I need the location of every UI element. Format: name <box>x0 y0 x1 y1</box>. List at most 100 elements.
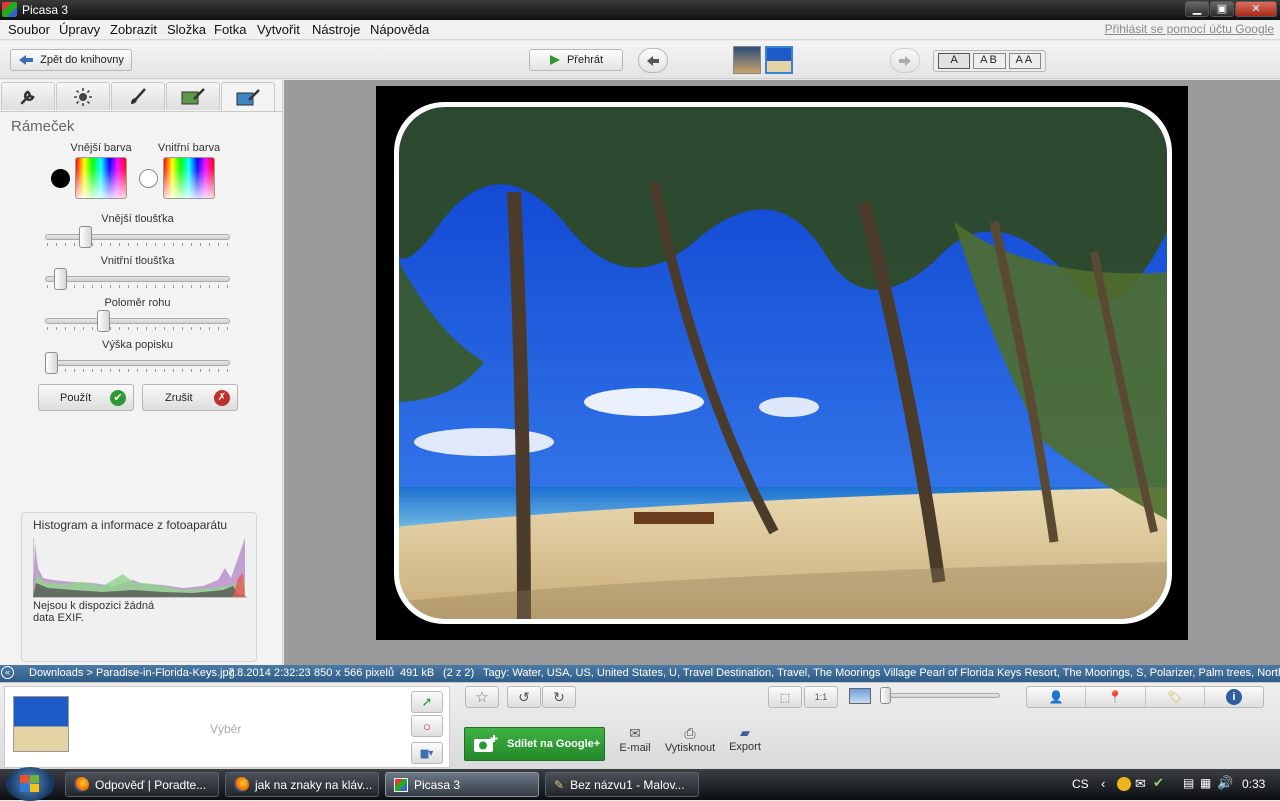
printer-icon: ⎙ <box>684 725 696 741</box>
tab-effects-2[interactable] <box>166 82 220 110</box>
volume-icon[interactable]: 🔊 <box>1217 775 1233 791</box>
inner-thickness-slider[interactable] <box>45 276 230 282</box>
exif-message-line1: Nejsou k dispozici žádná <box>33 600 155 612</box>
task-firefox-1[interactable]: Odpověď | Poradte... <box>65 772 219 797</box>
info-panel-button[interactable]: i <box>1205 687 1263 707</box>
menu-vytvorit[interactable]: Vytvořit <box>257 22 300 37</box>
share-google-plus-button[interactable]: Sdílet na Google+ <box>464 727 605 761</box>
network-tray-icon[interactable]: ▦ <box>1200 776 1211 790</box>
task-picasa[interactable]: Picasa 3 <box>385 772 539 797</box>
caption-height-thumb[interactable] <box>45 352 58 374</box>
menu-fotka[interactable]: Fotka <box>214 22 247 37</box>
tab-tuning[interactable] <box>56 82 110 110</box>
inner-color-picker[interactable] <box>163 157 215 199</box>
filmstrip-thumbnail-1[interactable] <box>733 46 761 74</box>
outer-color-picker[interactable] <box>75 157 127 199</box>
menu-zobrazit[interactable]: Zobrazit <box>110 22 157 37</box>
firefox-icon <box>234 777 249 792</box>
album-button[interactable]: ▆▾ <box>411 742 443 764</box>
checkmark-icon: ✔ <box>110 390 126 406</box>
beach-photo[interactable] <box>394 102 1172 624</box>
task-paint[interactable]: ✎ Bez názvu1 - Malov... <box>545 772 699 797</box>
text-mode-aa[interactable]: AA <box>1008 53 1041 69</box>
filmstrip-thumbnail-2[interactable] <box>765 46 793 74</box>
start-button[interactable] <box>6 767 54 801</box>
text-mode-a[interactable]: A <box>938 53 971 69</box>
tab-effects[interactable] <box>111 82 165 110</box>
map-pin-icon: 📍 <box>1107 690 1123 704</box>
next-photo-button[interactable] <box>890 48 920 73</box>
outer-thickness-thumb[interactable] <box>79 226 93 248</box>
export-button[interactable]: ▰ Export <box>726 725 764 753</box>
back-arrow-icon <box>19 55 34 65</box>
tray-check-icon[interactable]: ✔ <box>1153 775 1164 791</box>
zoom-slider[interactable] <box>882 693 1000 698</box>
language-indicator[interactable]: CS <box>1072 777 1089 791</box>
places-panel-button[interactable]: 📍 <box>1086 687 1146 707</box>
google-signin-link[interactable]: Přihlásit se pomocí účtu Google <box>1105 22 1274 36</box>
clock[interactable]: 0:33 <box>1242 777 1265 791</box>
inner-thickness-thumb[interactable] <box>53 268 67 290</box>
photo-brush-blue-icon <box>236 88 260 105</box>
tab-basic-fixes[interactable] <box>1 82 55 110</box>
cancel-label: Zrušit <box>165 392 193 404</box>
tags-panel-button[interactable]: 🏷 <box>1146 687 1205 707</box>
cancel-button[interactable]: Zrušit ✗ <box>142 384 238 411</box>
fit-to-window-button[interactable]: ⬚ <box>768 686 802 708</box>
side-panel-toggles: 👤 📍 🏷 i <box>1026 686 1264 708</box>
mail-tray-icon[interactable]: ✉ <box>1135 776 1146 792</box>
zoom-slider-thumb[interactable] <box>880 687 891 704</box>
paint-icon: ✎ <box>554 777 565 792</box>
hold-button[interactable]: ➚ <box>411 691 443 713</box>
menu-nastroje[interactable]: Nástroje <box>312 22 360 37</box>
rotate-right-button[interactable]: ↻ <box>542 686 576 708</box>
rotate-right-icon: ↻ <box>553 688 565 705</box>
menu-soubor[interactable]: Soubor <box>8 22 50 37</box>
back-to-library-button[interactable]: Zpět do knihovny <box>10 49 132 71</box>
file-date: 7.8.2014 2:32:23 <box>228 667 311 679</box>
star-button[interactable]: ☆ <box>465 686 499 708</box>
people-panel-button[interactable]: 👤 <box>1027 687 1087 707</box>
selection-thumbnail[interactable] <box>13 696 69 752</box>
histogram-title: Histogram a informace z fotoaparátu <box>33 518 228 532</box>
close-button[interactable]: ✕ <box>1235 1 1277 17</box>
tab-effects-3[interactable] <box>221 82 275 112</box>
apply-button[interactable]: Použít ✔ <box>38 384 134 411</box>
picasa-app-icon <box>2 2 17 17</box>
clear-selection-button[interactable]: ○ <box>411 715 443 737</box>
photo-position: (2 z 2) <box>443 667 475 679</box>
minimize-button[interactable]: ▁ <box>1185 1 1209 17</box>
menu-bar: Soubor Úpravy Zobrazit Složka Fotka Vytv… <box>0 20 1280 40</box>
maximize-button[interactable]: ▣ <box>1210 1 1234 17</box>
print-button[interactable]: ⎙ Vytisknout <box>663 725 717 754</box>
email-button[interactable]: ✉ E-mail <box>614 725 656 754</box>
rotate-left-button[interactable]: ↺ <box>507 686 541 708</box>
edit-panel: Rámeček Vnější barva Vnitřní barva Vnějš… <box>0 80 283 665</box>
email-label: E-mail <box>619 742 651 754</box>
menu-slozka[interactable]: Složka <box>167 22 206 37</box>
menu-upravy[interactable]: Úpravy <box>59 22 100 37</box>
slider-ticks <box>47 243 228 246</box>
zoom-icon <box>849 688 871 704</box>
camera-plus-icon <box>474 735 498 752</box>
star-icon: ☆ <box>475 689 489 706</box>
corner-radius-slider[interactable] <box>45 318 230 324</box>
corner-radius-label: Poloměr rohu <box>104 297 171 309</box>
previous-photo-button[interactable] <box>638 48 668 73</box>
text-mode-ab[interactable]: AB <box>973 53 1006 69</box>
menu-napoveda[interactable]: Nápověda <box>370 22 429 37</box>
left-arrow-icon <box>647 55 659 66</box>
task-firefox-2[interactable]: jak na znaky na kláv... <box>225 772 379 797</box>
usb-tray-icon[interactable]: ▤ <box>1183 776 1194 790</box>
actual-size-button[interactable]: 1:1 <box>804 686 838 708</box>
tray-expand-icon[interactable]: ‹ <box>1101 776 1105 791</box>
task-label-4: Bez názvu1 - Malov... <box>570 777 685 792</box>
tray-app-icon[interactable] <box>1117 777 1131 791</box>
play-button[interactable]: Přehrát <box>529 49 623 71</box>
apply-label: Použít <box>60 392 92 404</box>
caption-height-slider[interactable] <box>45 360 230 366</box>
corner-radius-thumb[interactable] <box>96 310 110 332</box>
collapse-icon[interactable]: « <box>1 666 14 679</box>
photo-brush-icon <box>181 87 205 104</box>
outer-thickness-slider[interactable] <box>45 234 230 240</box>
